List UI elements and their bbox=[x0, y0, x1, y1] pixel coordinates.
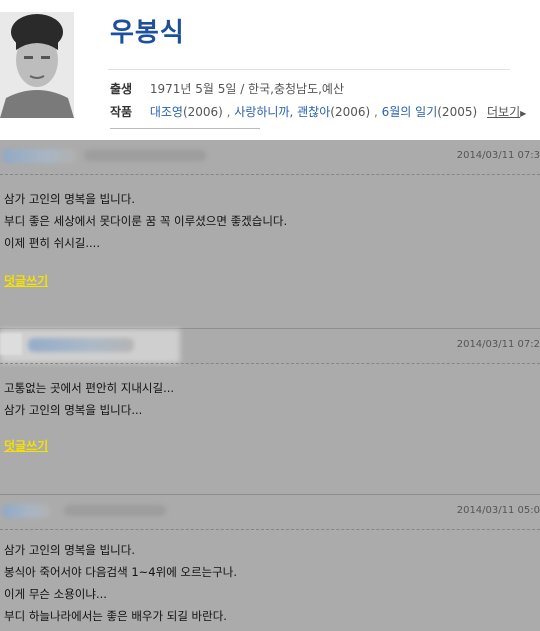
comment-header: 2014/03/11 07:3 bbox=[0, 140, 540, 174]
reply-link[interactable]: 덧글쓰기 bbox=[4, 272, 48, 289]
comment-line: 삼가 고인의 명복을 빕니다. bbox=[4, 543, 136, 557]
works-separator: , bbox=[222, 105, 235, 119]
birth-row: 출생 1971년 5월 5일 / 한국,충청남도,예산 bbox=[110, 80, 344, 97]
comment-author-blurred[interactable] bbox=[28, 338, 134, 352]
comment-author-blurred[interactable] bbox=[2, 149, 76, 163]
person-name[interactable]: 우봉식 bbox=[110, 12, 185, 49]
divider bbox=[110, 128, 260, 129]
comment-author-blurred[interactable] bbox=[2, 504, 50, 518]
comment-item: 2014/03/11 07:2 고통없는 곳에서 편안히 지내시길... 삼가 … bbox=[0, 329, 540, 494]
comment-line: 이제 편히 쉬시길.... bbox=[4, 236, 100, 250]
profile-photo bbox=[0, 12, 74, 118]
comment-item: 2014/03/11 07:3 삼가 고인의 명복을 빕니다. 부디 좋은 세상… bbox=[0, 140, 540, 328]
comment-header: 2014/03/11 05:0 bbox=[0, 495, 540, 529]
reply-link[interactable]: 덧글쓰기 bbox=[4, 437, 48, 454]
more-link[interactable]: 더보기 bbox=[487, 105, 520, 119]
comment-body: 삼가 고인의 명복을 빕니다. 봉식아 죽어서야 다음검색 1~4위에 오르는구… bbox=[4, 539, 237, 627]
divider bbox=[108, 69, 510, 70]
work-item[interactable]: 대조영(2006) bbox=[150, 105, 223, 119]
dashed-divider bbox=[0, 363, 540, 364]
works-separator: , bbox=[370, 105, 382, 119]
birth-value: 1971년 5월 5일 / 한국,충청남도,예산 bbox=[149, 82, 345, 96]
comment-meta-blurred bbox=[64, 505, 166, 516]
birth-label: 출생 bbox=[110, 82, 133, 96]
comment-line: 고통없는 곳에서 편안히 지내시길... bbox=[4, 381, 175, 395]
comment-body: 고통없는 곳에서 편안히 지내시길... 삼가 고인의 명복을 빕니다... bbox=[4, 377, 174, 421]
work-item[interactable]: 사랑하니까, 괜찮아(2006) bbox=[234, 105, 370, 119]
works-row: 작품 대조영(2006) , 사랑하니까, 괜찮아(2006) , 6월의 일기… bbox=[110, 103, 526, 120]
comment-date: 2014/03/11 07:2 bbox=[456, 339, 540, 350]
comment-line: 부디 좋은 세상에서 못다이룬 꿈 꼭 이루셨으면 좋겠습니다. bbox=[4, 214, 288, 228]
comment-item: 2014/03/11 05:0 삼가 고인의 명복을 빕니다. 봉식아 죽어서야… bbox=[0, 495, 540, 631]
comment-list: 2014/03/11 07:3 삼가 고인의 명복을 빕니다. 부디 좋은 세상… bbox=[0, 140, 540, 631]
comment-line: 이게 무슨 소용이냐... bbox=[4, 587, 107, 601]
comment-body: 삼가 고인의 명복을 빕니다. 부디 좋은 세상에서 못다이룬 꿈 꼭 이루셨으… bbox=[4, 188, 287, 254]
chevron-right-icon: ▶ bbox=[520, 109, 527, 118]
comment-line: 삼가 고인의 명복을 빕니다... bbox=[4, 403, 143, 417]
comment-line: 봉식아 죽어서야 다음검색 1~4위에 오르는구나. bbox=[4, 565, 237, 579]
comment-line: 부디 하늘나라에서는 좋은 배우가 되길 바란다. bbox=[4, 609, 227, 623]
dashed-divider bbox=[0, 529, 540, 530]
comment-meta-blurred bbox=[84, 150, 206, 161]
works-label: 작품 bbox=[110, 105, 133, 119]
comment-date: 2014/03/11 05:0 bbox=[456, 505, 540, 516]
comment-header: 2014/03/11 07:2 bbox=[0, 329, 540, 363]
comment-line: 삼가 고인의 명복을 빕니다. bbox=[4, 192, 136, 206]
work-item[interactable]: 6월의 일기(2005) bbox=[382, 105, 478, 119]
dashed-divider bbox=[0, 174, 540, 175]
comment-date: 2014/03/11 07:3 bbox=[456, 150, 540, 161]
profile-card: 우봉식 출생 1971년 5월 5일 / 한국,충청남도,예산 작품 대조영(2… bbox=[0, 0, 540, 140]
avatar bbox=[0, 333, 22, 355]
